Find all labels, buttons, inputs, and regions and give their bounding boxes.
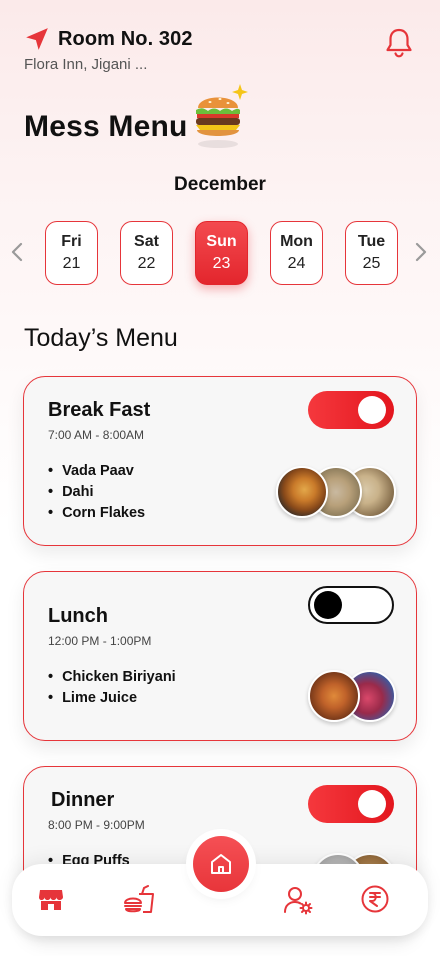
meal-toggle[interactable] — [308, 785, 394, 823]
list-item: Lime Juice — [48, 688, 176, 709]
burger-drink-icon[interactable] — [122, 882, 156, 916]
date-num: 22 — [137, 255, 156, 272]
home-icon — [211, 854, 231, 874]
meal-items: Chicken Biriyani Lime Juice — [48, 667, 176, 709]
date-num: 23 — [212, 255, 231, 272]
list-item: Chicken Biriyani — [48, 667, 176, 688]
meal-items: Vada Paav Dahi Corn Flakes — [48, 461, 145, 524]
date-chip-tue[interactable]: Tue 25 — [345, 221, 398, 285]
date-day: Tue — [357, 233, 386, 250]
bell-icon[interactable] — [382, 26, 416, 60]
meal-toggle[interactable] — [308, 586, 394, 624]
rupee-icon[interactable] — [360, 884, 390, 914]
meal-title: Lunch — [48, 605, 108, 627]
date-chip-fri[interactable]: Fri 21 — [45, 221, 98, 285]
meal-card-lunch: Lunch 12:00 PM - 1:00PM Chicken Biriyani… — [23, 571, 417, 741]
date-num: 21 — [62, 255, 81, 272]
date-day: Fri — [61, 233, 82, 250]
meal-time: 7:00 AM - 8:00AM — [48, 428, 145, 442]
date-day: Sat — [134, 233, 159, 250]
date-chip-sat[interactable]: Sat 22 — [120, 221, 173, 285]
page-title: Mess Menu — [24, 110, 188, 143]
date-selector: Fri 21 Sat 22 Sun 23 Mon 24 Tue 25 — [45, 221, 398, 285]
user-settings-icon[interactable] — [282, 884, 314, 916]
location-arrow-icon — [26, 28, 48, 50]
food-image — [276, 466, 328, 518]
food-image — [308, 670, 360, 722]
store-icon[interactable] — [36, 884, 66, 914]
home-button[interactable] — [193, 836, 249, 892]
meal-time: 8:00 PM - 9:00PM — [48, 818, 145, 832]
meal-card-breakfast: Break Fast 7:00 AM - 8:00AM Vada Paav Da… — [23, 376, 417, 546]
date-chip-sun[interactable]: Sun 23 — [195, 221, 248, 285]
hotel-name: Flora Inn, Jigani ... — [24, 56, 148, 73]
chevron-right-icon[interactable] — [410, 240, 430, 264]
date-num: 24 — [287, 255, 306, 272]
meal-toggle[interactable] — [308, 391, 394, 429]
date-day: Mon — [280, 233, 313, 250]
location-row[interactable]: Room No. 302 — [24, 26, 420, 52]
meal-time: 12:00 PM - 1:00PM — [48, 634, 152, 648]
header: Room No. 302 Flora Inn, Jigani ... — [24, 26, 420, 76]
chevron-left-icon[interactable] — [8, 240, 28, 264]
date-chip-mon[interactable]: Mon 24 — [270, 221, 323, 285]
burger-icon — [196, 84, 248, 148]
meal-title: Break Fast — [48, 399, 151, 421]
room-title: Room No. 302 — [58, 27, 193, 50]
toggle-knob — [358, 790, 386, 818]
toggle-knob — [314, 591, 342, 619]
list-item: Corn Flakes — [48, 503, 145, 524]
section-title: Today’s Menu — [24, 324, 178, 352]
toggle-knob — [358, 396, 386, 424]
date-day: Sun — [206, 233, 237, 250]
month-label: December — [174, 174, 266, 195]
meal-title: Dinner — [51, 789, 115, 811]
date-num: 25 — [362, 255, 381, 272]
list-item: Vada Paav — [48, 461, 145, 482]
list-item: Dahi — [48, 482, 145, 503]
